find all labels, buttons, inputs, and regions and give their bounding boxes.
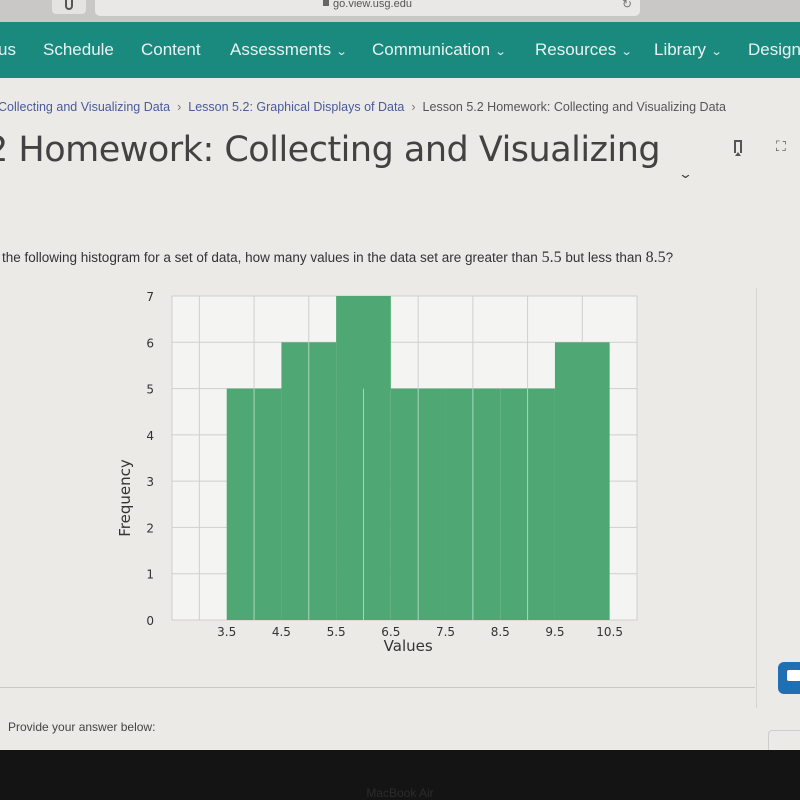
histogram-chart: 01234567 3.5 4.5 5.5 6.5 7.5 8.5 9.5 10.5 Frequ… — [100, 288, 660, 673]
breadcrumb-separator: › — [177, 100, 182, 114]
question-high-value: 8.5 — [645, 249, 666, 266]
nav-item-assessments[interactable]: Assessments ⌄ — [230, 40, 348, 60]
y-axis-label: Frequency — [116, 459, 134, 537]
breadcrumb: Collecting and Visualizing Data › Lesson 5… — [0, 100, 726, 114]
shield-icon — [65, 0, 73, 10]
histogram-svg: 01234567 3.5 4.5 5.5 6.5 7.5 8.5 9.5 10.5 Frequ… — [116, 290, 638, 655]
y-tick-label: 6 — [146, 336, 154, 350]
nav-label: Design — [748, 40, 800, 59]
nav-item-resources[interactable]: Resources ⌄ — [535, 40, 633, 60]
x-tick-label: 4.5 — [272, 625, 291, 639]
reload-icon[interactable]: ↻ — [622, 0, 632, 11]
chat-button[interactable] — [778, 662, 800, 694]
question-part: ? — [665, 250, 674, 265]
fullscreen-icon[interactable]: ⛶ — [776, 138, 786, 155]
x-tick-label: 10.5 — [596, 625, 623, 639]
nav-item-syllabus[interactable]: us — [0, 40, 16, 60]
x-axis-label: Values — [384, 637, 433, 655]
nav-label: Schedule — [43, 40, 114, 59]
x-tick-label: 7.5 — [436, 625, 455, 639]
nav-item-communication[interactable]: Communication ⌄ — [372, 40, 507, 60]
question-part: but less than — [561, 250, 646, 265]
question-text: the following histogram for a set of dat… — [2, 249, 673, 267]
nav-item-content[interactable]: Content — [141, 40, 201, 60]
url-text: go.view.usg.edu — [333, 0, 412, 10]
y-tick-label: 7 — [146, 290, 154, 304]
breadcrumb-link[interactable]: Lesson 5.2: Graphical Displays of Data — [188, 100, 404, 114]
nav-label: Content — [141, 40, 201, 59]
breadcrumb-separator: › — [411, 100, 416, 114]
chevron-down-icon: ⌄ — [335, 46, 348, 58]
content-area: Collecting and Visualizing Data › Lesson 5… — [0, 78, 800, 760]
nav-label: Assessments — [230, 40, 332, 59]
address-bar[interactable]: go.view.usg.edu ↻ — [95, 0, 640, 16]
x-tick-label: 9.5 — [545, 625, 564, 639]
y-tick-label: 0 — [146, 614, 154, 628]
answer-prompt: Provide your answer below: — [8, 720, 156, 734]
y-axis-ticks: 0 1 2 3 4 5 6 7 — [146, 290, 154, 628]
bezel-label: MacBook Air — [366, 786, 434, 800]
x-tick-label: 3.5 — [217, 625, 236, 639]
nav-label: us — [0, 40, 16, 59]
page-title: 2 Homework: Collecting and Visualizing — [0, 130, 661, 170]
chevron-down-icon: ⌄ — [494, 46, 507, 58]
y-tick-label: 4 — [146, 429, 154, 443]
course-navbar: us Schedule Content Assessments ⌄ Communi… — [0, 22, 800, 78]
y-tick-label: 2 — [146, 521, 154, 535]
panel-border — [756, 288, 757, 708]
section-divider — [0, 687, 755, 688]
chevron-down-icon: ⌄ — [620, 46, 633, 58]
breadcrumb-current: Lesson 5.2 Homework: Collecting and Visu… — [422, 100, 726, 114]
nav-label: Resources — [535, 40, 617, 59]
histogram-bar — [554, 342, 610, 620]
title-dropdown-chevron-icon[interactable]: ⌄ — [678, 166, 693, 182]
y-tick-label: 3 — [146, 475, 154, 489]
nav-label: Library — [654, 40, 706, 59]
nav-label: Communication — [372, 40, 491, 59]
y-tick-label: 5 — [146, 383, 154, 397]
question-low-value: 5.5 — [541, 249, 562, 266]
x-tick-label: 8.5 — [491, 625, 510, 639]
y-tick-label: 1 — [146, 568, 154, 582]
browser-toolbar: go.view.usg.edu ↻ — [0, 0, 800, 22]
question-part: the following histogram for a set of dat… — [2, 250, 542, 265]
bookmark-icon[interactable] — [734, 140, 742, 156]
lock-icon — [323, 0, 330, 6]
nav-item-library[interactable]: Library ⌄ — [654, 40, 723, 60]
breadcrumb-link[interactable]: Collecting and Visualizing Data — [0, 100, 170, 114]
nav-item-schedule[interactable]: Schedule — [43, 40, 114, 60]
laptop-bezel: MacBook Air — [0, 750, 800, 800]
nav-item-design[interactable]: Design — [748, 40, 800, 60]
privacy-button[interactable] — [52, 0, 86, 14]
chat-icon — [787, 670, 800, 681]
x-tick-label: 5.5 — [327, 625, 346, 639]
chevron-down-icon: ⌄ — [710, 46, 723, 58]
